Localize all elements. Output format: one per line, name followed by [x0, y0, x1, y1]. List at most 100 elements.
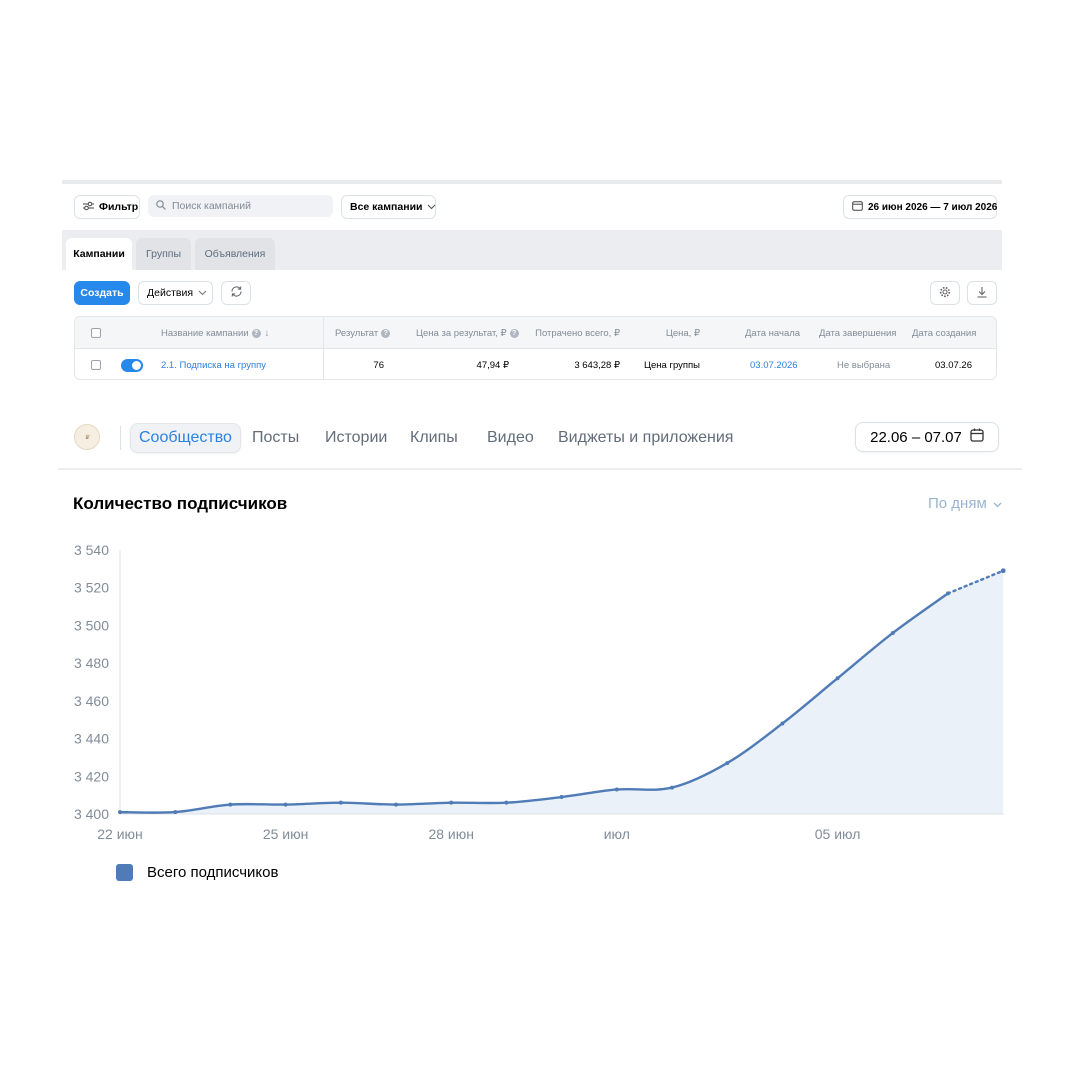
data-point — [780, 721, 785, 726]
refresh-icon — [230, 285, 243, 301]
campaign-toggle[interactable] — [121, 358, 143, 372]
stats-nav: ♛ Сообщество Посты Истории Клипы Видео В… — [58, 404, 1022, 470]
date-range-text: 26 июн 2026 — 7 июл 2026 — [868, 201, 998, 213]
tab-posts[interactable]: Посты — [252, 423, 299, 453]
data-point — [118, 810, 122, 815]
cell-created-date: 03.07.26 — [935, 359, 972, 371]
data-point — [283, 802, 288, 807]
help-icon[interactable]: ? — [251, 328, 261, 338]
subscribers-chart: 3 400 3 420 3 440 3 460 3 480 3 500 3 520 3 540… — [74, 542, 1006, 842]
col-spent-total[interactable]: Потрачено всего, ₽ — [515, 317, 620, 349]
tab-clips[interactable]: Клипы — [410, 423, 458, 453]
x-tick-label: 25 июн — [263, 826, 309, 842]
actions-label: Действия — [147, 287, 194, 299]
x-tick-label: 22 июн — [97, 826, 143, 842]
all-campaigns-select[interactable]: Все кампании — [341, 195, 436, 219]
data-point — [946, 591, 950, 596]
cell-price-per-result: 47,94 ₽ — [476, 359, 509, 371]
select-all-cell — [91, 317, 101, 349]
actions-dropdown[interactable]: Действия — [138, 281, 213, 305]
data-point — [559, 795, 564, 800]
date-range-picker[interactable]: 26 июн 2026 — 7 июл 2026 — [843, 195, 997, 219]
calendar-icon — [852, 200, 863, 214]
col-name[interactable]: Название кампании? ↓ — [161, 317, 269, 349]
cell-end-date: Не выбрана — [837, 359, 891, 371]
y-tick-label: 3 400 — [74, 806, 109, 822]
filter-label: Фильтр — [99, 201, 139, 213]
cell-start-date[interactable]: 03.07.2026 — [750, 349, 798, 379]
col-result[interactable]: Результат? — [335, 317, 391, 349]
table-header: Название кампании? ↓ Результат? Цена за р… — [75, 317, 996, 349]
community-logo[interactable]: ♛ — [74, 424, 100, 450]
data-point — [394, 802, 398, 807]
ads-tabs: Кампании Группы Объявления — [62, 230, 1002, 270]
y-tick-label: 3 520 — [74, 580, 109, 596]
sort-arrow-icon: ↓ — [264, 327, 270, 339]
settings-button[interactable] — [930, 281, 960, 305]
nav-divider — [120, 426, 121, 450]
campaigns-table: Название кампании? ↓ Результат? Цена за р… — [74, 316, 997, 380]
col-price-per-result-label: Цена за результат, ₽ — [416, 327, 507, 339]
search-placeholder: Поиск кампаний — [172, 200, 251, 212]
chevron-down-icon — [198, 287, 207, 299]
data-point — [670, 785, 674, 790]
col-start-date[interactable]: Дата начала — [745, 317, 800, 349]
ads-toolbar: Фильтр Поиск кампаний Все кампании 26 ию… — [62, 184, 1002, 228]
granularity-label: По дням — [928, 495, 987, 512]
sliders-icon — [83, 201, 94, 214]
data-point — [725, 761, 730, 766]
create-button[interactable]: Создать — [74, 281, 130, 305]
table-row[interactable]: 2.1. Подписка на группу 76 47,94 ₽ 3 643… — [75, 349, 996, 379]
chart-legend: Всего подписчиков — [116, 864, 278, 881]
data-point — [835, 676, 840, 681]
chevron-down-icon — [993, 495, 1002, 512]
row-checkbox[interactable] — [91, 360, 101, 370]
select-all-checkbox[interactable] — [91, 328, 101, 338]
legend-swatch — [116, 864, 133, 881]
chevron-down-icon — [427, 201, 436, 213]
tab-video[interactable]: Видео — [487, 423, 534, 453]
data-point — [338, 800, 343, 805]
data-point — [614, 787, 619, 792]
data-point — [173, 810, 178, 815]
tab-groups[interactable]: Группы — [136, 238, 191, 270]
col-created-date[interactable]: Дата создания — [912, 317, 976, 349]
help-icon[interactable]: ? — [381, 328, 391, 338]
filter-button[interactable]: Фильтр — [74, 195, 140, 219]
refresh-button[interactable] — [221, 281, 251, 305]
tab-community[interactable]: Сообщество — [130, 423, 241, 453]
gear-icon — [939, 286, 951, 301]
x-tick-label: 28 июн — [428, 826, 474, 842]
download-icon — [976, 286, 988, 301]
projection-point — [1000, 568, 1006, 574]
search-icon — [156, 199, 166, 213]
campaign-name-link[interactable]: 2.1. Подписка на группу — [161, 349, 266, 379]
area-fill — [120, 570, 1004, 814]
x-tick-label: 05 июл — [815, 826, 861, 842]
row-select-cell — [91, 349, 101, 379]
tab-campaigns[interactable]: Кампании — [66, 238, 132, 270]
col-name-label: Название кампании — [161, 327, 249, 339]
tab-widgets-apps[interactable]: Виджеты и приложения — [558, 423, 733, 453]
period-picker[interactable]: 22.06 – 07.07 — [855, 422, 999, 452]
chart-title: Количество подписчиков — [73, 494, 288, 513]
actions-row: Создать Действия — [62, 270, 1002, 314]
y-tick-label: 3 420 — [74, 768, 109, 784]
tab-stories[interactable]: Истории — [325, 423, 387, 453]
y-tick-label: 3 440 — [74, 731, 109, 747]
data-point — [890, 630, 895, 635]
y-tick-label: 3 460 — [74, 693, 109, 709]
y-tick-label: 3 500 — [74, 617, 109, 633]
granularity-dropdown[interactable]: По дням — [928, 495, 1002, 512]
col-price[interactable]: Цена, ₽ — [640, 317, 700, 349]
all-campaigns-label: Все кампании — [350, 201, 423, 213]
download-button[interactable] — [967, 281, 997, 305]
legend-label: Всего подписчиков — [147, 864, 279, 881]
col-price-per-result[interactable]: Цена за результат, ₽? — [416, 317, 519, 349]
campaign-search-input[interactable]: Поиск кампаний — [148, 195, 333, 217]
data-point — [449, 800, 454, 805]
col-result-label: Результат — [335, 327, 379, 339]
tab-ads[interactable]: Объявления — [195, 238, 275, 270]
row-toggle-cell — [121, 349, 143, 379]
col-end-date[interactable]: Дата завершения — [819, 317, 896, 349]
